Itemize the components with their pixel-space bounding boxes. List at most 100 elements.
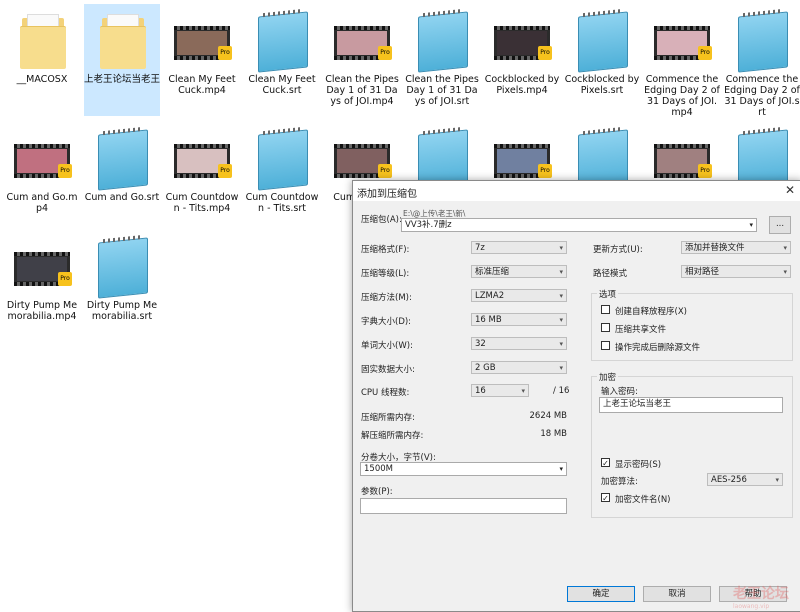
badge-icon: Pro [218,164,232,178]
shared-checkbox[interactable] [601,323,610,332]
notepad-icon [252,128,312,191]
archive-name-value: VV3补.7删z [405,220,452,230]
file-item[interactable]: Pro Commence the Edging Day 2 of 31 Days … [644,4,720,118]
file-item[interactable]: Pro Clean the Pipes Day 1 of 31 Days of J… [324,4,400,116]
format-value: 7z [475,243,485,253]
show-password-checkbox[interactable]: ✓ [601,458,610,468]
file-item[interactable]: Commence the Edging Day 2 of 31 Days of … [724,4,800,118]
enc-method-select[interactable]: AES-256 ▾ [707,473,783,486]
delete-after-checkbox[interactable] [601,341,610,350]
file-item[interactable]: Pro Cum and Go.mp4 [4,122,80,234]
file-name: Clean My Feet Cuck.srt [248,74,316,96]
file-name: Commence the Edging Day 2 of 31 Days of … [724,74,800,118]
solid-select[interactable]: 2 GB ▾ [471,361,567,374]
file-name: __MACOSX [16,74,68,85]
dialog-titlebar[interactable]: 添加到压缩包 ✕ [353,181,800,201]
notepad-icon [92,236,152,299]
cpu-select[interactable]: 16 ▾ [471,384,529,397]
method-value: LZMA2 [475,291,505,301]
path-mode-label: 路径模式 [593,269,628,279]
file-item[interactable]: Pro Cum Countdown - Tits.mp4 [164,122,240,234]
file-item[interactable]: Pro Cockblocked by Pixels.mp4 [484,4,560,116]
close-icon[interactable]: ✕ [785,183,795,197]
cancel-button[interactable]: 取消 [643,586,711,602]
method-label: 压缩方法(M): [361,293,412,303]
encryption-title: 加密 [597,371,619,383]
encrypt-names-checkbox[interactable]: ✓ [601,493,610,503]
format-select[interactable]: 7z ▾ [471,241,567,254]
file-name: Cockblocked by Pixels.mp4 [484,74,560,96]
split-value: 1500M [364,464,393,474]
file-name: Cum Countdown - Tits.srt [245,192,319,214]
video-file-icon: Pro [172,128,232,188]
file-item[interactable]: Cockblocked by Pixels.srt [564,4,640,116]
badge-icon: Pro [698,164,712,178]
ok-button[interactable]: 确定 [567,586,635,602]
file-item[interactable]: Clean My Feet Cuck.srt [244,4,320,116]
watermark: 老王论坛 laowang.vip [733,583,793,610]
params-input[interactable] [360,498,567,514]
video-file-icon: Pro [12,236,72,296]
notepad-icon [92,128,152,191]
file-item[interactable]: Pro Dirty Pump Memorabilia.mp4 [4,230,80,342]
word-label: 单词大小(W): [361,341,413,351]
mem-decompress-label: 解压缩所需内存: [361,431,424,441]
file-item[interactable]: Cum and Go.srt [84,122,160,234]
watermark-main: 老王论坛 [733,586,789,602]
chevron-down-icon: ▾ [559,364,563,372]
word-value: 32 [475,339,486,349]
delete-after-label: 操作完成后删除源文件 [615,343,701,353]
chevron-down-icon: ▾ [783,268,787,276]
video-file-icon: Pro [492,128,552,188]
video-file-icon: Pro [12,128,72,188]
browse-button[interactable]: ... [769,216,791,234]
options-title: 选项 [597,288,619,300]
word-select[interactable]: 32 ▾ [471,337,567,350]
enc-method-label: 加密算法: [601,477,638,487]
level-label: 压缩等级(L): [361,269,410,279]
video-file-icon: Pro [332,128,392,188]
dict-select[interactable]: 16 MB ▾ [471,313,567,326]
badge-icon: Pro [378,164,392,178]
sfx-checkbox[interactable] [601,305,610,314]
file-name: 上老王论坛当老王 [84,74,161,85]
dict-label: 字典大小(D): [361,317,412,327]
chevron-down-icon: ▾ [783,244,787,252]
video-file-icon: Pro [332,10,392,70]
add-to-archive-dialog: 添加到压缩包 ✕ 压缩包(A): E:\@上传\老王\新\ VV3补.7删z ▾… [352,180,800,612]
level-value: 标准压缩 [475,267,510,277]
archive-label: 压缩包(A): [361,215,402,225]
file-item[interactable]: Cum Countdown - Tits.srt [244,122,320,234]
watermark-sub: laowang.vip [733,603,770,610]
notepad-icon [412,128,472,191]
update-select[interactable]: 添加并替换文件 ▾ [681,241,791,254]
notepad-icon [732,128,792,191]
folder-icon [12,10,72,70]
password-input[interactable]: 上老王论坛当老王 [599,397,783,413]
cpu-label: CPU 线程数: [361,388,410,398]
badge-icon: Pro [698,46,712,60]
archive-name-input[interactable]: VV3补.7删z ▾ [401,218,757,232]
file-name: Dirty Pump Memorabilia.mp4 [6,300,78,322]
file-item[interactable]: Pro Clean My Feet Cuck.mp4 [164,4,240,116]
split-input[interactable]: 1500M ▾ [360,462,567,476]
chevron-down-icon[interactable]: ▾ [559,463,563,476]
folder-item[interactable]: 上老王论坛当老王 [84,4,160,116]
level-select[interactable]: 标准压缩 ▾ [471,265,567,278]
file-item[interactable]: Clean the Pipes Day 1 of 31 Days of JOI.… [404,4,480,116]
file-name: Commence the Edging Day 2 of 31 Days of … [644,74,720,118]
method-select[interactable]: LZMA2 ▾ [471,289,567,302]
badge-icon: Pro [538,164,552,178]
chevron-down-icon: ▾ [559,316,563,324]
folder-item[interactable]: __MACOSX [4,4,80,116]
notepad-icon [732,10,792,73]
chevron-down-icon[interactable]: ▾ [749,219,753,232]
encrypt-names-label: 加密文件名(N) [615,495,671,505]
file-name: Clean the Pipes Day 1 of 31 Days of JOI.… [325,74,399,107]
password-value: 上老王论坛当老王 [603,399,672,409]
path-mode-select[interactable]: 相对路径 ▾ [681,265,791,278]
file-item[interactable]: Dirty Pump Memorabilia.srt [84,230,160,342]
cpu-value: 16 [475,386,486,396]
shared-label: 压缩共享文件 [615,325,667,335]
mem-compress-label: 压缩所需内存: [361,413,415,423]
